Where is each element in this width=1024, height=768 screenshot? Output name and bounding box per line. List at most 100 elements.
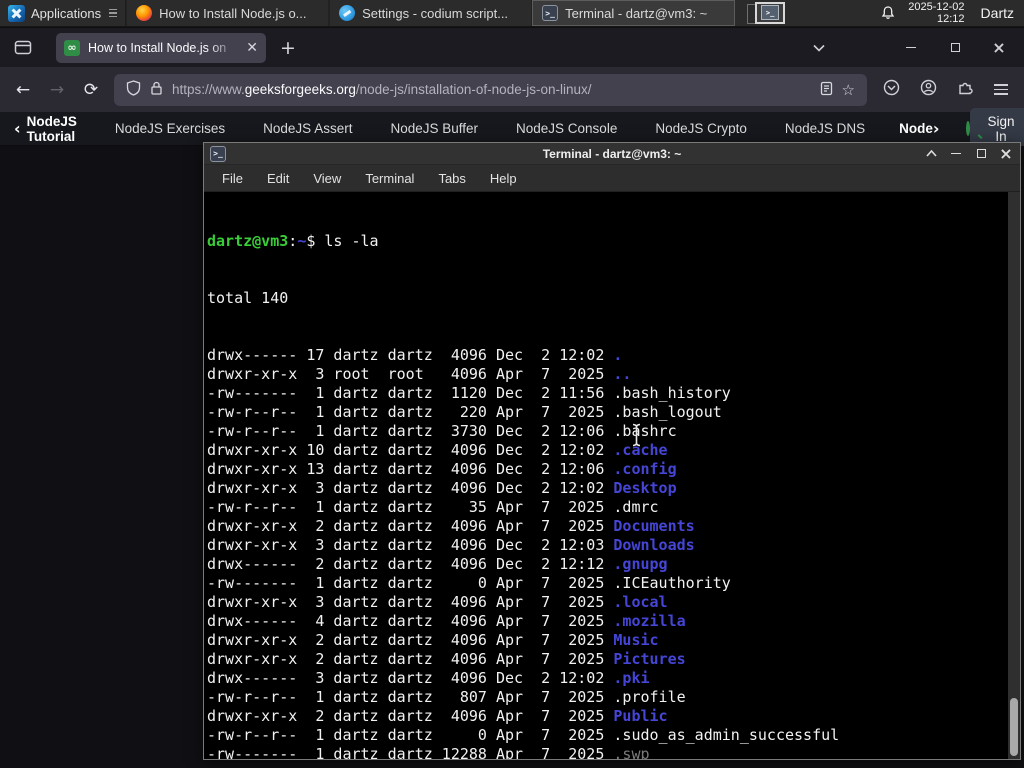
file-name: .profile <box>613 688 686 706</box>
terminal-maximize-button[interactable] <box>973 146 989 162</box>
menu-lines-icon <box>109 8 118 18</box>
file-name: .pki <box>613 669 650 687</box>
terminal-window: >_ Terminal - dartz@vm3: ~ × File Edit Vie… <box>203 142 1021 760</box>
terminal-ls-row: -rw-r--r-- 1 dartz dartz 35 Apr 7 2025 .… <box>207 498 659 516</box>
site-nav-link[interactable]: NodeJS Crypto <box>655 121 747 136</box>
terminal-menu-view[interactable]: View <box>303 168 351 189</box>
file-name: .bash_logout <box>613 403 722 421</box>
list-all-tabs-chevron-icon[interactable] <box>810 39 828 57</box>
taskbar-window-button[interactable]: Settings - codium script... <box>329 0 533 26</box>
file-name: Public <box>613 707 668 725</box>
terminal-minimize-button[interactable] <box>948 146 964 162</box>
reader-mode-icon[interactable] <box>820 81 833 99</box>
extensions-puzzle-icon[interactable] <box>957 79 974 101</box>
file-name: .config <box>613 460 677 478</box>
workspace-active-frame: >_ <box>755 1 786 24</box>
site-nav-link[interactable]: NodeJS Assert <box>263 121 352 136</box>
clock[interactable]: 2025-12-02 12:12 <box>908 1 964 25</box>
site-nav-link[interactable]: NodeJS Buffer <box>390 121 478 136</box>
terminal-menu-help[interactable]: Help <box>480 168 527 189</box>
notifications-bell-icon[interactable] <box>880 5 896 21</box>
terminal-menu-edit[interactable]: Edit <box>257 168 299 189</box>
applications-menu-label: Applications <box>31 5 102 21</box>
terminal-menu-terminal[interactable]: Terminal <box>355 168 424 189</box>
file-name: .bash_history <box>613 384 731 402</box>
menu-hamburger-icon[interactable] <box>994 83 1008 96</box>
file-name: .swp <box>613 745 650 759</box>
account-icon[interactable] <box>920 79 937 101</box>
file-name: . <box>613 346 623 364</box>
file-name: .mozilla <box>613 612 686 630</box>
chevron-left-icon: ‹ <box>14 119 21 138</box>
file-name: .dmrc <box>613 498 659 516</box>
terminal-scrollbar[interactable] <box>1008 192 1020 759</box>
workspace-switcher[interactable]: >_ <box>745 1 789 25</box>
firefox-view-icon[interactable] <box>8 35 38 61</box>
terminal-ls-row: drwx------ 4 dartz dartz 4096 Apr 7 2025… <box>207 612 686 630</box>
terminal-ls-row: -rw-r--r-- 1 dartz dartz 0 Apr 7 2025 .s… <box>207 726 840 744</box>
terminal-ls-row: -rw------- 1 dartz dartz 1120 Dec 2 11:5… <box>207 384 731 402</box>
terminal-ls-row: drwxr-xr-x 3 dartz dartz 4096 Apr 7 2025… <box>207 593 668 611</box>
terminal-total-line: total 140 <box>207 289 289 307</box>
lock-icon[interactable] <box>150 80 163 99</box>
terminal-close-button[interactable]: × <box>998 145 1014 162</box>
terminal-scrollbar-thumb[interactable] <box>1010 698 1018 756</box>
terminal-ls-row: drwxr-xr-x 3 dartz dartz 4096 Dec 2 12:0… <box>207 479 677 497</box>
terminal-ls-row: drwx------ 3 dartz dartz 4096 Dec 2 12:0… <box>207 669 650 687</box>
codium-icon <box>339 5 356 21</box>
file-name: .. <box>613 365 632 383</box>
terminal-ls-row: -rw-r--r-- 1 dartz dartz 220 Apr 7 2025 … <box>207 403 722 421</box>
terminal-menu-tabs[interactable]: Tabs <box>428 168 475 189</box>
firefox-icon <box>136 5 153 21</box>
terminal-menu-file[interactable]: File <box>212 168 253 189</box>
file-name: .gnupg <box>613 555 668 573</box>
applications-menu-icon <box>8 4 25 22</box>
terminal-ls-row: drwxr-xr-x 2 dartz dartz 4096 Apr 7 2025… <box>207 650 686 668</box>
terminal-ls-row: drwxr-xr-x 3 root root 4096 Apr 7 2025 .… <box>207 365 632 383</box>
shield-icon[interactable] <box>126 80 141 99</box>
geeksforgeeks-favicon: ∞ <box>64 39 80 56</box>
site-nav-overflow[interactable]: Node › <box>899 119 939 138</box>
reload-button[interactable]: ⟳ <box>76 75 106 105</box>
browser-maximize-button[interactable] <box>946 39 964 57</box>
taskbar-window-label: Terminal - dartz@vm3: ~ <box>565 5 708 21</box>
pocket-icon[interactable] <box>883 79 900 101</box>
terminal-ls-row: drwx------ 17 dartz dartz 4096 Dec 2 12:… <box>207 346 623 364</box>
file-name: .local <box>613 593 668 611</box>
url-bar[interactable]: https://www.geeksforgeeks.org/node-js/in… <box>114 73 867 106</box>
applications-menu-button[interactable]: Applications <box>0 0 125 26</box>
ibeam-cursor <box>630 423 643 447</box>
search-icon[interactable] <box>965 121 970 136</box>
workspace-terminal-icon: >_ <box>761 5 780 20</box>
file-name: Downloads <box>613 536 695 554</box>
taskbar-window-label: Settings - codium script... <box>362 5 509 21</box>
terminal-shade-button[interactable] <box>923 146 939 162</box>
new-tab-button[interactable]: + <box>280 37 296 59</box>
site-nav-back[interactable]: ‹ NodeJS Tutorial <box>14 114 77 144</box>
taskbar-window-button[interactable]: How to Install Node.js o... <box>126 0 330 26</box>
session-user-label[interactable]: Dartz <box>977 5 1014 21</box>
browser-tab-strip: ∞ How to Install Node.js on ✕ + × <box>0 28 1024 67</box>
back-button[interactable]: ← <box>8 75 38 105</box>
browser-close-button[interactable]: × <box>990 39 1008 57</box>
terminal-output[interactable]: dartz@vm3:~$ ls -la total 140 drwx------… <box>204 192 1020 759</box>
taskbar-window-button[interactable]: >_ Terminal - dartz@vm3: ~ <box>532 0 736 26</box>
terminal-ls-row: drwx------ 2 dartz dartz 4096 Dec 2 12:1… <box>207 555 668 573</box>
tab-title: How to Install Node.js on <box>88 40 227 55</box>
site-nav-link[interactable]: NodeJS Exercises <box>115 121 225 136</box>
terminal-ls-row: drwxr-xr-x 2 dartz dartz 4096 Apr 7 2025… <box>207 517 695 535</box>
terminal-menubar: File Edit View Terminal Tabs Help <box>204 165 1020 192</box>
terminal-window-icon: >_ <box>210 145 226 162</box>
browser-minimize-button[interactable] <box>902 39 920 57</box>
tab-close-icon[interactable]: ✕ <box>246 40 258 56</box>
terminal-ls-row: drwxr-xr-x 2 dartz dartz 4096 Apr 7 2025… <box>207 631 659 649</box>
terminal-titlebar[interactable]: >_ Terminal - dartz@vm3: ~ × <box>204 143 1020 165</box>
bookmark-star-icon[interactable]: ☆ <box>842 81 855 99</box>
browser-tab[interactable]: ∞ How to Install Node.js on ✕ <box>56 32 266 63</box>
url-text: https://www.geeksforgeeks.org/node-js/in… <box>172 82 592 97</box>
site-nav-link[interactable]: NodeJS DNS <box>785 121 865 136</box>
terminal-ls-row: drwxr-xr-x 3 dartz dartz 4096 Dec 2 12:0… <box>207 536 695 554</box>
taskbar: Applications How to Install Node.js o...… <box>0 0 1024 27</box>
file-name: Desktop <box>613 479 677 497</box>
site-nav-link[interactable]: NodeJS Console <box>516 121 617 136</box>
